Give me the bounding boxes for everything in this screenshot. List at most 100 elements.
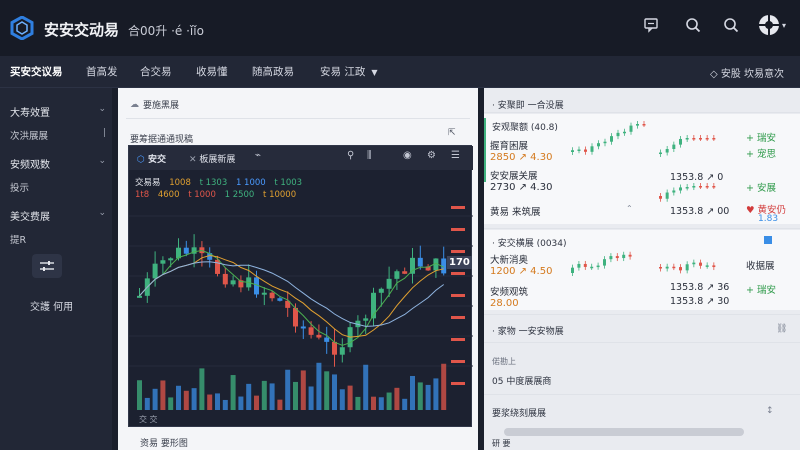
- candle-body: [152, 263, 158, 279]
- candle-body: [402, 271, 408, 274]
- candle-body: [230, 280, 236, 285]
- sidebar-group-0[interactable]: 大寿效置 ⌄ 次洪展展 |: [10, 104, 106, 142]
- right-divider-4: [484, 394, 800, 395]
- quote-card-1[interactable]: 安观聚额 (40.8) 握育困展 2850 ↗ 4.30 安安展关展 2730 …: [484, 114, 800, 224]
- list-item-2[interactable]: 05 中度展展商: [492, 374, 551, 387]
- card1-mini-val-1: 1353.8 ↗ 00: [670, 206, 730, 217]
- candle-body: [339, 347, 345, 355]
- list-item-3[interactable]: 要浆绕刻展展: [492, 406, 546, 419]
- current-price-tag: 170: [447, 256, 472, 269]
- card1-mini-chart: [571, 121, 646, 155]
- chat-icon[interactable]: [638, 12, 664, 38]
- chevron-down-icon: ⌄: [98, 104, 106, 114]
- panel-divider: [126, 118, 470, 119]
- sort-icon[interactable]: ↕: [766, 406, 774, 416]
- card1-side-num: 1.83: [758, 214, 779, 224]
- volume-bar: [168, 397, 174, 410]
- candle-body: [300, 326, 306, 329]
- panel-footer: 资易 要形图: [140, 439, 188, 449]
- nav-tab-0[interactable]: 买安交议易: [10, 64, 63, 79]
- mini-candle-body: [705, 138, 709, 140]
- volume-bar: [176, 385, 181, 410]
- volume-bar: [332, 374, 337, 410]
- sidebar: 大寿效置 ⌄ 次洪展展 | 安频观数 ⌄ 投示 美交费展 ⌄ 提R 交護 何用: [0, 88, 112, 450]
- mini-candle-body: [699, 186, 702, 188]
- mini-candle-body: [672, 266, 676, 269]
- mini-candle-body: [597, 143, 600, 147]
- volume-bar: [152, 388, 158, 410]
- mini-candle-body: [705, 265, 709, 267]
- nav-right-link[interactable]: ◇ 安股 坎易意次: [710, 65, 784, 80]
- app-logo-icon: [10, 16, 34, 40]
- card2-row1-value: 28.00: [490, 298, 519, 309]
- mini-candle-body: [679, 138, 682, 145]
- horizontal-scrollbar[interactable]: [504, 428, 744, 436]
- search-alt-icon[interactable]: [718, 12, 744, 38]
- nav-tab-4[interactable]: 随高政易: [252, 64, 294, 79]
- nav-tab-2[interactable]: 合交易: [140, 64, 172, 79]
- price-axis-tick: [451, 250, 465, 253]
- volume-bar: [339, 389, 345, 410]
- card1-side-1: + 宠思: [746, 149, 776, 160]
- avatar-icon[interactable]: ▾: [754, 12, 790, 38]
- sidebar-footer[interactable]: 交護 何用: [30, 298, 73, 313]
- chevron-down-icon: ⌄: [98, 156, 106, 166]
- expand-icon[interactable]: ⇱: [448, 128, 456, 138]
- quote-card-2[interactable]: · 安交横展 (0034) 大新消奥 1200 ↗ 4.50 安频观筑 28.0…: [484, 230, 800, 310]
- nav-tab-5-label: 安易 江政: [320, 66, 366, 78]
- sidebar-group-2-sub[interactable]: 提R: [10, 232, 26, 246]
- volume-bar: [222, 399, 228, 410]
- chevron-down-icon: ▼: [371, 68, 378, 77]
- mini-candle-body: [571, 150, 574, 152]
- sidebar-group-0-sub[interactable]: 次洪展展: [10, 128, 48, 142]
- mini-candle-body: [629, 125, 633, 132]
- volume-bar: [285, 369, 291, 410]
- nav-tab-5[interactable]: 安易 江政 ▼: [320, 64, 378, 79]
- list-item-0[interactable]: · 家物 一安安物展: [492, 324, 564, 337]
- diamond-icon: ◇: [709, 69, 721, 80]
- app-title: 安安交动易: [44, 21, 120, 39]
- volume-bar: [293, 381, 298, 410]
- mini-candle-body: [665, 192, 669, 199]
- card2-title: · 安交横展 (0034): [492, 239, 567, 249]
- mini-candle-body: [577, 263, 581, 268]
- info-badge-icon[interactable]: [764, 236, 772, 244]
- nav-tab-1[interactable]: 首高发: [86, 64, 118, 79]
- mini-candle-body: [610, 136, 613, 142]
- card2-side-0: 收据展: [746, 261, 775, 272]
- mini-candle-body: [636, 124, 639, 126]
- card1-title: 安观聚额 (40.8): [492, 123, 558, 133]
- chevron-down-icon: ▾: [781, 20, 786, 30]
- app-subtitle: 合00升 ·é ·ǐǐo: [128, 24, 204, 38]
- mini-candle-body: [672, 190, 676, 193]
- nav-tab-3[interactable]: 收易懂: [196, 64, 228, 79]
- mini-candle-body: [665, 148, 669, 153]
- mini-candle-body: [623, 131, 626, 134]
- sidebar-group-1-sub[interactable]: 投示: [10, 180, 29, 194]
- sidebar-settings-button[interactable]: [32, 254, 62, 278]
- volume-bar: [394, 387, 400, 410]
- link-icon[interactable]: ⛓: [776, 324, 787, 334]
- card1-footer[interactable]: 黄易 来筑展: [490, 204, 541, 218]
- candle-body: [168, 258, 174, 261]
- card1-row0-label: 握育困展: [490, 141, 529, 152]
- candle-body: [316, 334, 322, 338]
- price-axis-tick: [451, 228, 465, 231]
- chevron-up-icon[interactable]: ⌃: [626, 204, 633, 213]
- mini-candle-body: [699, 138, 702, 140]
- candlestick-chart[interactable]: [129, 146, 473, 428]
- ma-line-slow: [139, 254, 444, 338]
- candle-body: [378, 288, 384, 293]
- mini-candle-body: [590, 146, 594, 152]
- mini-candle-body: [692, 138, 696, 140]
- candle-body: [363, 318, 369, 321]
- sidebar-group-1[interactable]: 安频观数 ⌄ 投示: [10, 156, 106, 194]
- volume-bar: [160, 380, 166, 410]
- sidebar-group-2[interactable]: 美交费展 ⌄ 提R: [10, 208, 106, 246]
- mini-candle-body: [596, 265, 600, 268]
- price-axis-tick: [451, 338, 465, 341]
- mini-candle-body: [603, 259, 606, 266]
- search-icon[interactable]: [680, 12, 706, 38]
- price-axis-tick: [451, 360, 465, 363]
- mini-candle-body: [685, 187, 689, 189]
